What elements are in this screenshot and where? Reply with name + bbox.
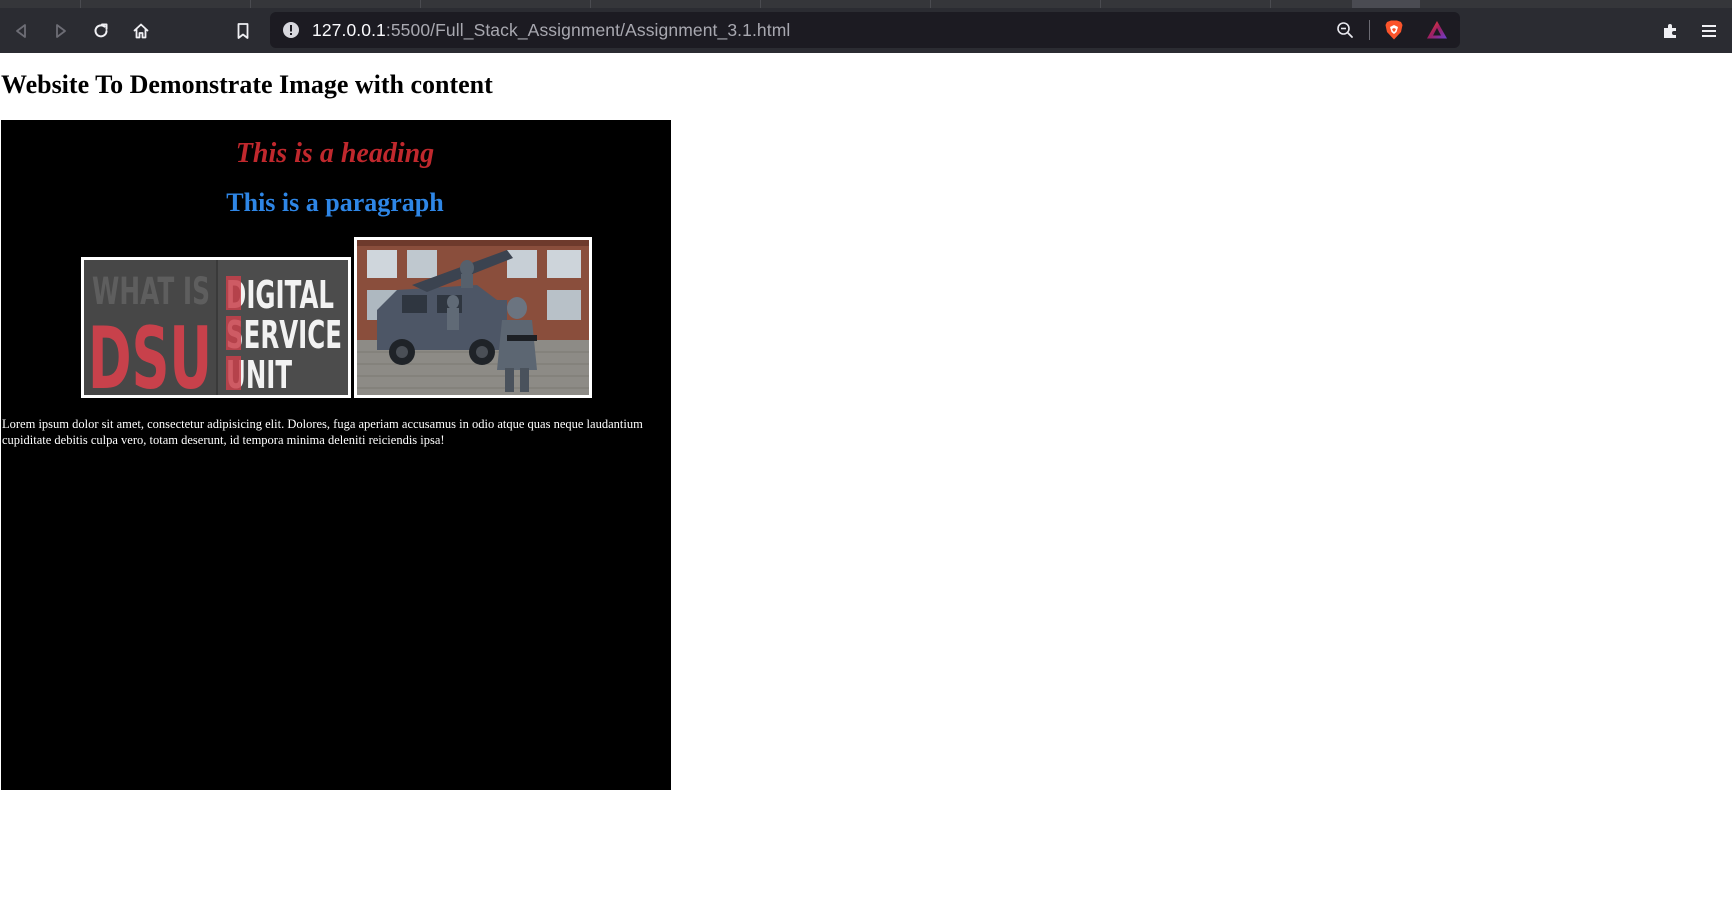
armored-vehicle-graphic	[357, 240, 589, 395]
extensions-icon	[1664, 24, 1676, 38]
menu-icon	[1702, 25, 1716, 37]
url-separator	[1369, 20, 1370, 40]
back-button[interactable]	[6, 16, 36, 46]
dsu-logo-graphic: WHAT IS DSU DIGITAL SERVICE UNIT	[84, 260, 348, 395]
content-box	[1, 120, 671, 790]
box-paragraph: This is a paragraph	[226, 188, 444, 217]
home-button[interactable]	[126, 16, 156, 46]
forward-button[interactable]	[46, 16, 76, 46]
armored-vehicle-photo	[354, 237, 592, 398]
dsu-logo-image: WHAT IS DSU DIGITAL SERVICE UNIT	[81, 257, 351, 398]
tab-divider	[250, 0, 251, 8]
tab-divider	[760, 0, 761, 8]
reload-button[interactable]	[86, 16, 116, 46]
forward-icon	[56, 24, 66, 38]
reload-icon	[94, 23, 108, 38]
home-icon	[133, 23, 149, 39]
tab-divider	[1100, 0, 1101, 8]
address-bar[interactable]: 127.0.0.1:5500/Full_Stack_Assignment/Ass…	[270, 12, 1460, 48]
site-info-icon[interactable]	[282, 21, 300, 39]
tab-divider	[420, 0, 421, 8]
tab-divider	[80, 0, 81, 8]
tab-strip	[0, 0, 1732, 8]
back-icon	[16, 24, 26, 38]
url-host: 127.0.0.1	[312, 20, 386, 40]
bookmark-button[interactable]	[228, 16, 258, 46]
browser-toolbar: 127.0.0.1:5500/Full_Stack_Assignment/Ass…	[0, 8, 1732, 53]
logo-dsu: DSU	[88, 309, 212, 395]
menu-button[interactable]	[1694, 16, 1724, 46]
bookmark-icon	[237, 23, 249, 39]
logo-what-is: WHAT IS	[92, 270, 210, 313]
url-path: :5500/Full_Stack_Assignment/Assignment_3…	[385, 20, 791, 40]
extensions-button[interactable]	[1656, 16, 1686, 46]
brave-rewards-icon[interactable]	[1426, 19, 1448, 41]
box-heading: This is a heading	[235, 138, 435, 169]
logo-service: SERVICE	[226, 313, 342, 357]
active-tab[interactable]	[1352, 0, 1420, 8]
tab-divider	[1270, 0, 1271, 8]
tab-divider	[590, 0, 591, 8]
brave-shield-icon[interactable]	[1384, 19, 1404, 41]
tab-divider	[930, 0, 931, 8]
lorem-paragraph: Lorem ipsum dolor sit amet, consectetur …	[2, 417, 643, 447]
url-text[interactable]: 127.0.0.1:5500/Full_Stack_Assignment/Ass…	[312, 20, 790, 41]
page-title: Website To Demonstrate Image with conten…	[1, 70, 493, 99]
zoom-out-icon[interactable]	[1336, 21, 1354, 39]
logo-digital: DIGITAL	[226, 273, 334, 317]
